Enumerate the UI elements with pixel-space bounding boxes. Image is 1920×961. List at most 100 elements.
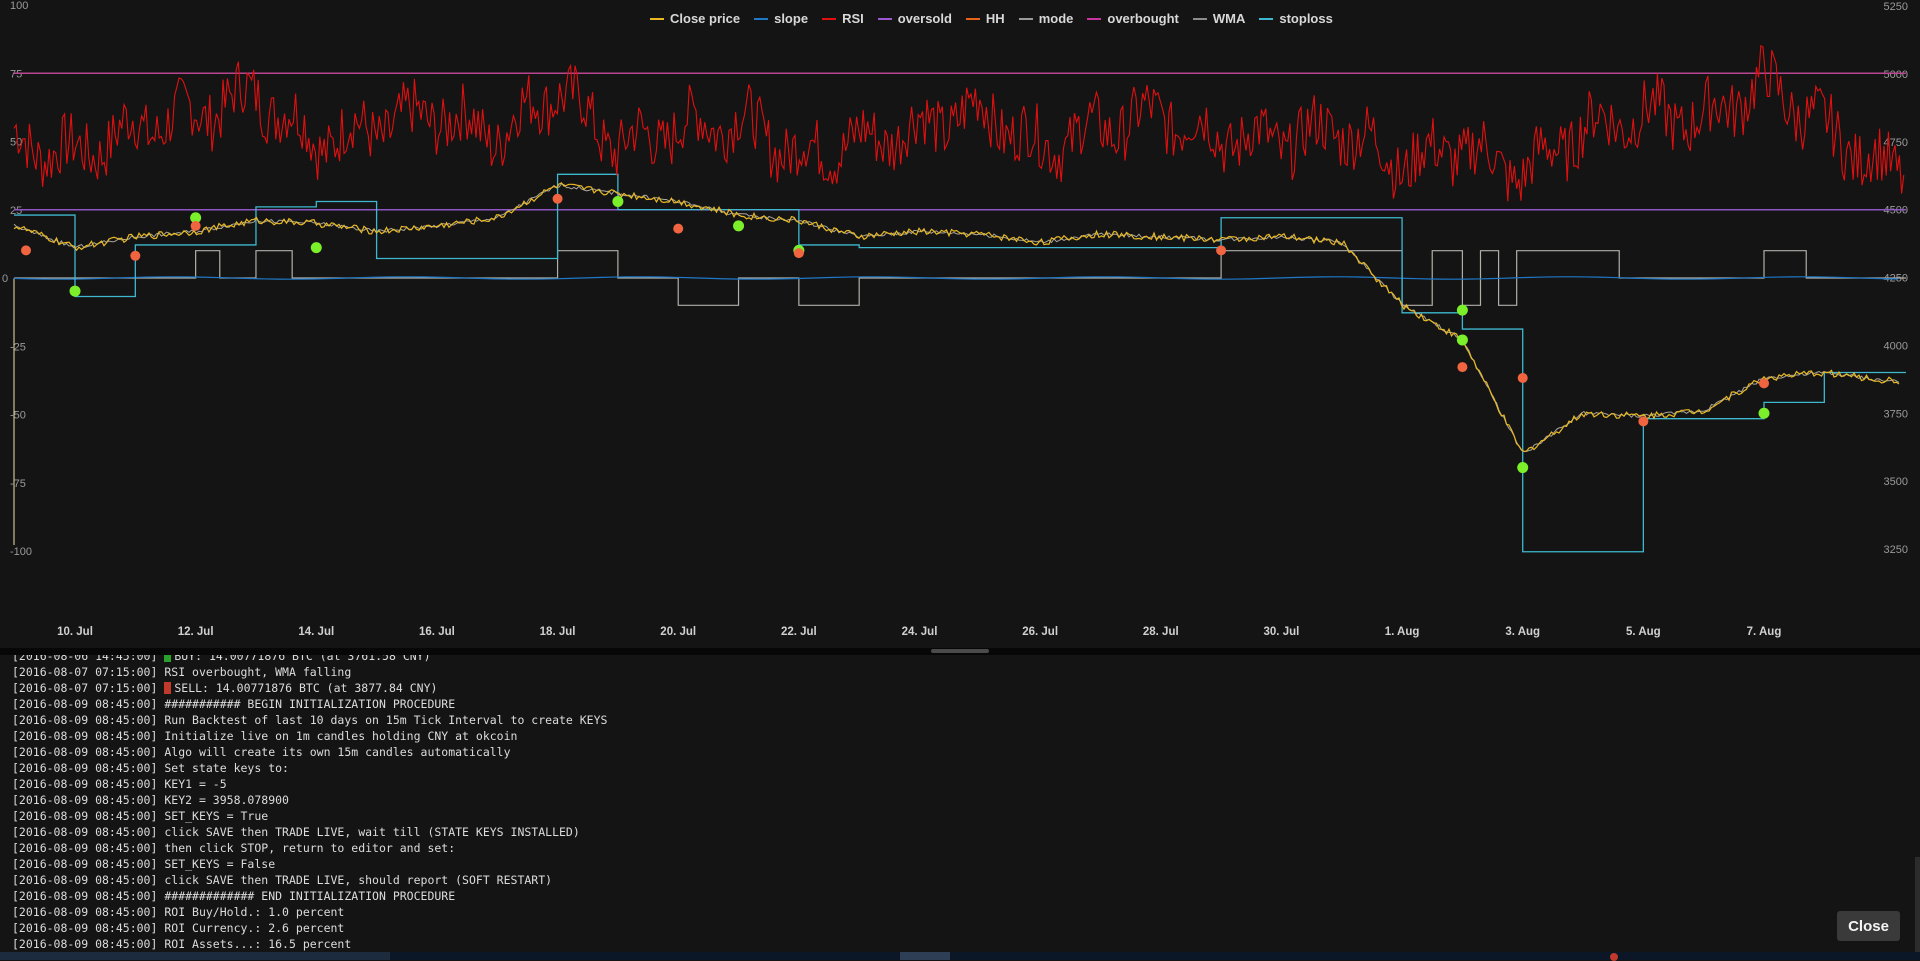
log-timestamp: [2016-08-09 08:45:00] [12, 937, 158, 951]
legend-item[interactable]: slope [754, 11, 808, 26]
sell-marker [1517, 372, 1528, 383]
legend-label: overbought [1107, 11, 1179, 26]
log-line: [2016-08-09 08:45:00] KEY1 = -5 [12, 776, 607, 792]
wma-line [13, 183, 1900, 453]
log-timestamp: [2016-08-09 08:45:00] [12, 921, 158, 935]
log-timestamp: [2016-08-09 08:45:00] [12, 841, 158, 855]
log-timestamp: [2016-08-09 08:45:00] [12, 697, 158, 711]
chart-panel: 100 75 50 25 0 -25 -50 -75 -100 5250 5000 4750 4500 4… [0, 0, 1920, 648]
sell-marker [130, 250, 141, 261]
log-message: ########### BEGIN INITIALIZATION PROCEDU… [164, 697, 456, 711]
buy-marker [1758, 407, 1770, 419]
legend-item[interactable]: mode [1018, 11, 1073, 26]
stoploss-line [14, 173, 1906, 553]
legend-item[interactable]: oversold [877, 11, 952, 26]
log-timestamp: [2016-08-09 08:45:00] [12, 729, 158, 743]
legend-label: Close price [670, 11, 741, 26]
log-line: [2016-08-09 08:45:00] ############# END … [12, 888, 607, 904]
log-message: then click STOP, return to editor and se… [164, 841, 456, 855]
x-axis-tick-label: 28. Jul [1143, 626, 1179, 638]
legend-label: stoploss [1279, 11, 1333, 26]
x-axis-tick-label: 12. Jul [178, 626, 214, 638]
sell-marker [1216, 245, 1227, 256]
resize-handle[interactable] [931, 649, 989, 653]
log-message: click SAVE then TRADE LIVE, wait till (S… [164, 825, 580, 839]
log-timestamp: [2016-08-09 08:45:00] [12, 745, 158, 759]
log-timestamp: [2016-08-09 08:45:00] [12, 873, 158, 887]
x-axis-tick-label: 3. Aug [1505, 626, 1540, 638]
taskbar-segment [900, 952, 950, 960]
legend-item[interactable]: WMA [1192, 11, 1246, 26]
log-line: [2016-08-06 14:45:00] BUY: 14.00771876 B… [12, 655, 607, 664]
log-line: [2016-08-09 08:45:00] Initialize live on… [12, 728, 607, 744]
log-line: [2016-08-09 08:45:00] then click STOP, r… [12, 840, 607, 856]
log-line: [2016-08-09 08:45:00] SET_KEYS = True [12, 808, 607, 824]
legend-swatch [1087, 17, 1102, 20]
right-axis-tick-label: 3750 [1884, 408, 1908, 420]
sell-marker [793, 248, 804, 259]
panel-resize-divider[interactable] [0, 648, 1920, 655]
log-timestamp: [2016-08-09 08:45:00] [12, 857, 158, 871]
close-price-line [13, 182, 1900, 453]
log-timestamp: [2016-08-06 14:45:00] [12, 655, 158, 663]
log-line: [2016-08-09 08:45:00] click SAVE then TR… [12, 872, 607, 888]
legend-item[interactable]: Close price [650, 11, 740, 26]
log-line: [2016-08-09 08:45:00] ROI Buy/Hold.: 1.0… [12, 904, 607, 920]
legend-item[interactable]: overbought [1087, 11, 1179, 26]
x-axis-tick-label: 20. Jul [660, 626, 696, 638]
sell-marker [190, 220, 201, 231]
legend-item[interactable]: RSI [822, 11, 864, 26]
sell-marker [1457, 362, 1468, 373]
log-line: [2016-08-09 08:45:00] Set state keys to: [12, 760, 607, 776]
log-message: ROI Buy/Hold.: 1.0 percent [164, 905, 345, 919]
log-message: Algo will create its own 15m candles aut… [164, 745, 511, 759]
log-timestamp: [2016-08-07 07:15:00] [12, 681, 158, 695]
x-axis-tick-label: 7. Aug [1747, 626, 1782, 638]
console-scrollbar[interactable] [1915, 857, 1920, 952]
left-axis-tick-label: 75 [10, 68, 22, 80]
log-timestamp: [2016-08-09 08:45:00] [12, 777, 158, 791]
log-message: click SAVE then TRADE LIVE, should repor… [164, 873, 553, 887]
legend-swatch [822, 17, 837, 20]
log-timestamp: [2016-08-09 08:45:00] [12, 809, 158, 823]
right-axis-tick-label: 4000 [1884, 340, 1908, 352]
x-axis-tick-label: 10. Jul [57, 626, 93, 638]
sell-marker [21, 245, 31, 256]
x-axis-tick-label: 30. Jul [1264, 626, 1300, 638]
legend-label: oversold [897, 11, 952, 26]
right-axis-tick-label: 4500 [1884, 205, 1908, 217]
x-axis-tick-label: 18. Jul [540, 626, 576, 638]
right-axis-tick-label: 3250 [1884, 544, 1908, 556]
legend-item[interactable]: HH [965, 11, 1005, 26]
x-axis-tick-label: 22. Jul [781, 626, 817, 638]
buy-marker [310, 242, 322, 254]
left-axis-tick-label: -50 [10, 410, 26, 422]
legend-swatch [650, 17, 664, 20]
legend-label: WMA [1212, 11, 1246, 26]
price-indicator-chart: 1007550250-25-50-75-10052505000475045004… [2, 0, 1908, 638]
x-axis-tick-label: 14. Jul [298, 626, 334, 638]
legend-label: HH [985, 11, 1005, 26]
sell-marker [1638, 416, 1649, 427]
log-message: SELL: 14.00771876 BTC (at 3877.84 CNY) [174, 681, 438, 695]
log-message: BUY: 14.00771876 BTC (at 3761.58 CNY) [174, 655, 431, 663]
sell-marker-icon [164, 682, 172, 694]
buy-marker [733, 220, 745, 232]
buy-marker [69, 285, 81, 297]
sell-marker [673, 223, 684, 234]
buy-marker [1517, 462, 1529, 474]
left-axis-tick-label: 0 [2, 273, 8, 285]
legend-swatch [1192, 17, 1207, 20]
log-message: KEY2 = 3958.078900 [164, 793, 289, 807]
sell-marker [552, 193, 563, 204]
x-axis-tick-label: 24. Jul [902, 626, 938, 638]
log-message: SET_KEYS = True [164, 809, 269, 823]
left-axis-tick-label: -75 [10, 478, 26, 490]
x-axis-tick-label: 1. Aug [1385, 626, 1420, 638]
legend-item[interactable]: stoploss [1259, 11, 1333, 26]
log-line: [2016-08-09 08:45:00] click SAVE then TR… [12, 824, 607, 840]
log-timestamp: [2016-08-09 08:45:00] [12, 713, 158, 727]
log-timestamp: [2016-08-09 08:45:00] [12, 889, 158, 903]
close-button[interactable]: Close [1837, 911, 1900, 941]
x-axis-tick-label: 16. Jul [419, 626, 455, 638]
